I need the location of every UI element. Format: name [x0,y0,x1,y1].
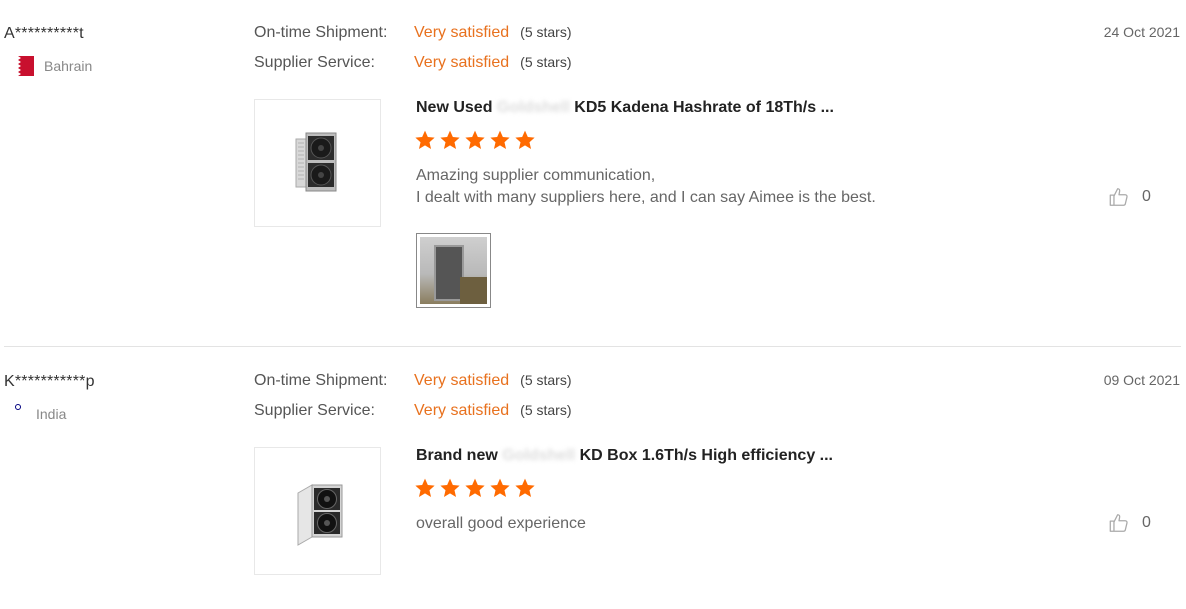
buyer-name: A**********t [4,25,84,42]
like-count: 0 [1142,514,1151,531]
review-photo-image [420,237,487,304]
like-button[interactable]: 0 [1108,512,1151,534]
product-title-link[interactable]: Brand new Goldshell KD Box 1.6Th/s High … [416,447,833,465]
thumbs-up-icon [1109,188,1128,206]
review-card: K***********p India On-time Shipment: Ve… [0,348,1186,609]
review-divider [4,346,1181,347]
bahrain-flag-icon [12,56,34,76]
product-title-suffix: KD5 Kadena Hashrate of 18Th/s ... [574,99,834,116]
rating-value: Very satisfied [414,372,510,389]
star-icon [465,478,485,497]
rating-stars-text: (5 stars) [520,24,572,40]
review-photo[interactable] [416,233,491,308]
comment-line: I dealt with many suppliers here, and I … [416,189,876,206]
rating-value: Very satisfied [414,24,510,41]
star-rating [414,129,536,151]
supplier-ratings: On-time Shipment: Very satisfied (5 star… [254,24,572,84]
product-title-prefix: New Used [416,99,493,116]
star-icon [415,478,435,497]
country-name: Bahrain [44,58,93,74]
review-card: A**********t Bahrain On-time Shipment: V… [0,0,1186,347]
rating-value: Very satisfied [414,54,510,71]
rating-row-service: Supplier Service: Very satisfied (5 star… [254,54,572,84]
review-date: 09 Oct 2021 [1103,372,1180,388]
rating-stars-text: (5 stars) [520,402,572,418]
india-flag-icon [4,404,26,424]
rating-label: On-time Shipment: [254,372,388,389]
star-icon [465,130,485,149]
product-title-link[interactable]: New Used Goldshell KD5 Kadena Hashrate o… [416,99,834,117]
review-date: 24 Oct 2021 [1103,24,1180,40]
product-thumbnail[interactable] [254,447,381,575]
miner-product-image [295,132,336,192]
comment-line: overall good experience [416,515,586,532]
rating-row-shipment: On-time Shipment: Very satisfied (5 star… [254,372,572,402]
rating-label: On-time Shipment: [254,24,388,41]
comment-line: Amazing supplier communication, [416,167,656,184]
buyer-country: India [4,404,66,424]
star-icon [440,130,460,149]
star-icon [415,130,435,149]
star-icon [490,478,510,497]
product-title-suffix: KD Box 1.6Th/s High efficiency ... [579,447,833,464]
rating-label: Supplier Service: [254,402,375,419]
review-comment: overall good experience [416,513,586,535]
product-title-prefix: Brand new [416,447,498,464]
like-button[interactable]: 0 [1108,186,1151,208]
like-count: 0 [1142,188,1151,205]
star-rating [414,477,536,499]
star-icon [490,130,510,149]
thumbs-up-icon [1109,514,1128,532]
star-icon [515,130,535,149]
supplier-ratings: On-time Shipment: Very satisfied (5 star… [254,372,572,432]
star-icon [440,478,460,497]
miner-product-image [297,484,342,546]
review-comment: Amazing supplier communication, I dealt … [416,165,876,209]
rating-value: Very satisfied [414,402,510,419]
product-thumbnail[interactable] [254,99,381,227]
product-title-obscured: Goldshell [502,447,576,464]
rating-row-service: Supplier Service: Very satisfied (5 star… [254,402,572,432]
star-icon [515,478,535,497]
product-title-obscured: Goldshell [496,99,570,116]
photo-desk [460,277,487,304]
rating-stars-text: (5 stars) [520,372,572,388]
rating-stars-text: (5 stars) [520,54,572,70]
country-name: India [36,406,67,422]
rating-label: Supplier Service: [254,54,375,71]
buyer-name: K***********p [4,373,95,390]
buyer-country: Bahrain [12,56,92,76]
rating-row-shipment: On-time Shipment: Very satisfied (5 star… [254,24,572,54]
